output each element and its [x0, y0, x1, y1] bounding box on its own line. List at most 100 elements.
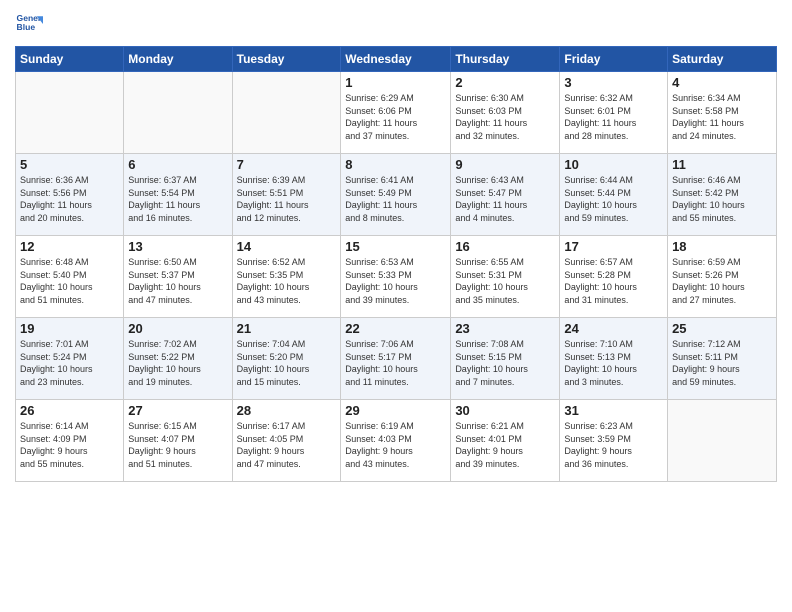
calendar-header: SundayMondayTuesdayWednesdayThursdayFrid… [16, 47, 777, 72]
calendar-week-row: 1 Sunrise: 6:29 AM Sunset: 6:06 PM Daylig… [16, 72, 777, 154]
day-info: Sunrise: 6:55 AM Sunset: 5:31 PM Dayligh… [455, 256, 555, 306]
day-number: 26 [20, 403, 119, 418]
calendar-table: SundayMondayTuesdayWednesdayThursdayFrid… [15, 46, 777, 482]
day-number: 20 [128, 321, 227, 336]
calendar-cell: 27Sunrise: 6:15 AM Sunset: 4:07 PM Dayli… [124, 400, 232, 482]
day-number: 14 [237, 239, 337, 254]
day-info: Sunrise: 7:10 AM Sunset: 5:13 PM Dayligh… [564, 338, 663, 388]
day-info: Sunrise: 6:17 AM Sunset: 4:05 PM Dayligh… [237, 420, 337, 470]
day-info: Sunrise: 6:46 AM Sunset: 5:42 PM Dayligh… [672, 174, 772, 224]
calendar-cell: 24 Sunrise: 7:10 AM Sunset: 5:13 PM Dayli… [560, 318, 668, 400]
day-info: Sunrise: 6:44 AM Sunset: 5:44 PM Dayligh… [564, 174, 663, 224]
calendar-week-row: 12 Sunrise: 6:48 AM Sunset: 5:40 PM Dayli… [16, 236, 777, 318]
weekday-header-wednesday: Wednesday [341, 47, 451, 72]
calendar-cell: 11 Sunrise: 6:46 AM Sunset: 5:42 PM Dayli… [668, 154, 777, 236]
weekday-header-tuesday: Tuesday [232, 47, 341, 72]
svg-text:Blue: Blue [17, 22, 36, 32]
day-info: Sunrise: 7:04 AM Sunset: 5:20 PM Dayligh… [237, 338, 337, 388]
weekday-header-monday: Monday [124, 47, 232, 72]
calendar-cell: 23 Sunrise: 7:08 AM Sunset: 5:15 PM Dayli… [451, 318, 560, 400]
calendar-cell: 28Sunrise: 6:17 AM Sunset: 4:05 PM Dayli… [232, 400, 341, 482]
calendar-cell: 16 Sunrise: 6:55 AM Sunset: 5:31 PM Dayli… [451, 236, 560, 318]
day-info: Sunrise: 7:08 AM Sunset: 5:15 PM Dayligh… [455, 338, 555, 388]
day-info: Sunrise: 6:57 AM Sunset: 5:28 PM Dayligh… [564, 256, 663, 306]
calendar-cell: 7 Sunrise: 6:39 AM Sunset: 5:51 PM Daylig… [232, 154, 341, 236]
day-info: Sunrise: 6:21 AM Sunset: 4:01 PM Dayligh… [455, 420, 555, 470]
day-info: Sunrise: 6:37 AM Sunset: 5:54 PM Dayligh… [128, 174, 227, 224]
calendar-cell [232, 72, 341, 154]
calendar-week-row: 26 Sunrise: 6:14 AM Sunset: 4:09 PM Dayli… [16, 400, 777, 482]
day-number: 2 [455, 75, 555, 90]
calendar-cell: 2 Sunrise: 6:30 AM Sunset: 6:03 PM Daylig… [451, 72, 560, 154]
day-number: 10 [564, 157, 663, 172]
weekday-header-saturday: Saturday [668, 47, 777, 72]
page-header: General Blue [15, 10, 777, 38]
day-number: 7 [237, 157, 337, 172]
day-info: Sunrise: 6:14 AM Sunset: 4:09 PM Dayligh… [20, 420, 119, 470]
calendar-week-row: 5Sunrise: 6:36 AM Sunset: 5:56 PM Daylig… [16, 154, 777, 236]
day-info: Sunrise: 6:53 AM Sunset: 5:33 PM Dayligh… [345, 256, 446, 306]
day-info: Sunrise: 6:15 AM Sunset: 4:07 PM Dayligh… [128, 420, 227, 470]
day-info: Sunrise: 6:52 AM Sunset: 5:35 PM Dayligh… [237, 256, 337, 306]
day-number: 13 [128, 239, 227, 254]
day-info: Sunrise: 6:30 AM Sunset: 6:03 PM Dayligh… [455, 92, 555, 142]
calendar-cell: 15Sunrise: 6:53 AM Sunset: 5:33 PM Dayli… [341, 236, 451, 318]
day-number: 5 [20, 157, 119, 172]
calendar-cell: 26 Sunrise: 6:14 AM Sunset: 4:09 PM Dayli… [16, 400, 124, 482]
day-info: Sunrise: 6:19 AM Sunset: 4:03 PM Dayligh… [345, 420, 446, 470]
calendar-cell: 4Sunrise: 6:34 AM Sunset: 5:58 PM Daylig… [668, 72, 777, 154]
calendar-cell [124, 72, 232, 154]
weekday-header-row: SundayMondayTuesdayWednesdayThursdayFrid… [16, 47, 777, 72]
calendar-cell: 22Sunrise: 7:06 AM Sunset: 5:17 PM Dayli… [341, 318, 451, 400]
day-info: Sunrise: 6:43 AM Sunset: 5:47 PM Dayligh… [455, 174, 555, 224]
calendar-cell: 19 Sunrise: 7:01 AM Sunset: 5:24 PM Dayli… [16, 318, 124, 400]
calendar-cell: 25Sunrise: 7:12 AM Sunset: 5:11 PM Dayli… [668, 318, 777, 400]
calendar-cell: 3Sunrise: 6:32 AM Sunset: 6:01 PM Daylig… [560, 72, 668, 154]
calendar-cell: 8 Sunrise: 6:41 AM Sunset: 5:49 PM Daylig… [341, 154, 451, 236]
calendar-cell: 6 Sunrise: 6:37 AM Sunset: 5:54 PM Daylig… [124, 154, 232, 236]
day-number: 8 [345, 157, 446, 172]
logo: General Blue [15, 10, 43, 38]
calendar-cell [668, 400, 777, 482]
calendar-cell: 5Sunrise: 6:36 AM Sunset: 5:56 PM Daylig… [16, 154, 124, 236]
weekday-header-thursday: Thursday [451, 47, 560, 72]
logo-icon: General Blue [15, 10, 43, 38]
day-info: Sunrise: 7:01 AM Sunset: 5:24 PM Dayligh… [20, 338, 119, 388]
calendar-body: 1 Sunrise: 6:29 AM Sunset: 6:06 PM Daylig… [16, 72, 777, 482]
day-number: 6 [128, 157, 227, 172]
day-info: Sunrise: 6:50 AM Sunset: 5:37 PM Dayligh… [128, 256, 227, 306]
day-number: 16 [455, 239, 555, 254]
day-number: 17 [564, 239, 663, 254]
calendar-page: General Blue SundayMondayTuesdayWednesda… [0, 0, 792, 612]
weekday-header-friday: Friday [560, 47, 668, 72]
day-info: Sunrise: 6:39 AM Sunset: 5:51 PM Dayligh… [237, 174, 337, 224]
calendar-cell: 14 Sunrise: 6:52 AM Sunset: 5:35 PM Dayli… [232, 236, 341, 318]
day-number: 12 [20, 239, 119, 254]
day-number: 31 [564, 403, 663, 418]
day-number: 24 [564, 321, 663, 336]
day-number: 11 [672, 157, 772, 172]
day-number: 1 [345, 75, 446, 90]
calendar-cell: 31 Sunrise: 6:23 AM Sunset: 3:59 PM Dayli… [560, 400, 668, 482]
calendar-week-row: 19 Sunrise: 7:01 AM Sunset: 5:24 PM Dayli… [16, 318, 777, 400]
day-number: 23 [455, 321, 555, 336]
calendar-cell: 21 Sunrise: 7:04 AM Sunset: 5:20 PM Dayli… [232, 318, 341, 400]
day-info: Sunrise: 6:48 AM Sunset: 5:40 PM Dayligh… [20, 256, 119, 306]
day-info: Sunrise: 6:29 AM Sunset: 6:06 PM Dayligh… [345, 92, 446, 142]
day-info: Sunrise: 6:23 AM Sunset: 3:59 PM Dayligh… [564, 420, 663, 470]
day-number: 21 [237, 321, 337, 336]
day-number: 9 [455, 157, 555, 172]
day-number: 25 [672, 321, 772, 336]
calendar-cell [16, 72, 124, 154]
day-number: 18 [672, 239, 772, 254]
day-info: Sunrise: 6:41 AM Sunset: 5:49 PM Dayligh… [345, 174, 446, 224]
calendar-cell: 10 Sunrise: 6:44 AM Sunset: 5:44 PM Dayli… [560, 154, 668, 236]
day-number: 19 [20, 321, 119, 336]
day-info: Sunrise: 7:06 AM Sunset: 5:17 PM Dayligh… [345, 338, 446, 388]
weekday-header-sunday: Sunday [16, 47, 124, 72]
calendar-cell: 1 Sunrise: 6:29 AM Sunset: 6:06 PM Daylig… [341, 72, 451, 154]
day-info: Sunrise: 7:02 AM Sunset: 5:22 PM Dayligh… [128, 338, 227, 388]
day-number: 30 [455, 403, 555, 418]
calendar-cell: 17 Sunrise: 6:57 AM Sunset: 5:28 PM Dayli… [560, 236, 668, 318]
day-info: Sunrise: 6:59 AM Sunset: 5:26 PM Dayligh… [672, 256, 772, 306]
